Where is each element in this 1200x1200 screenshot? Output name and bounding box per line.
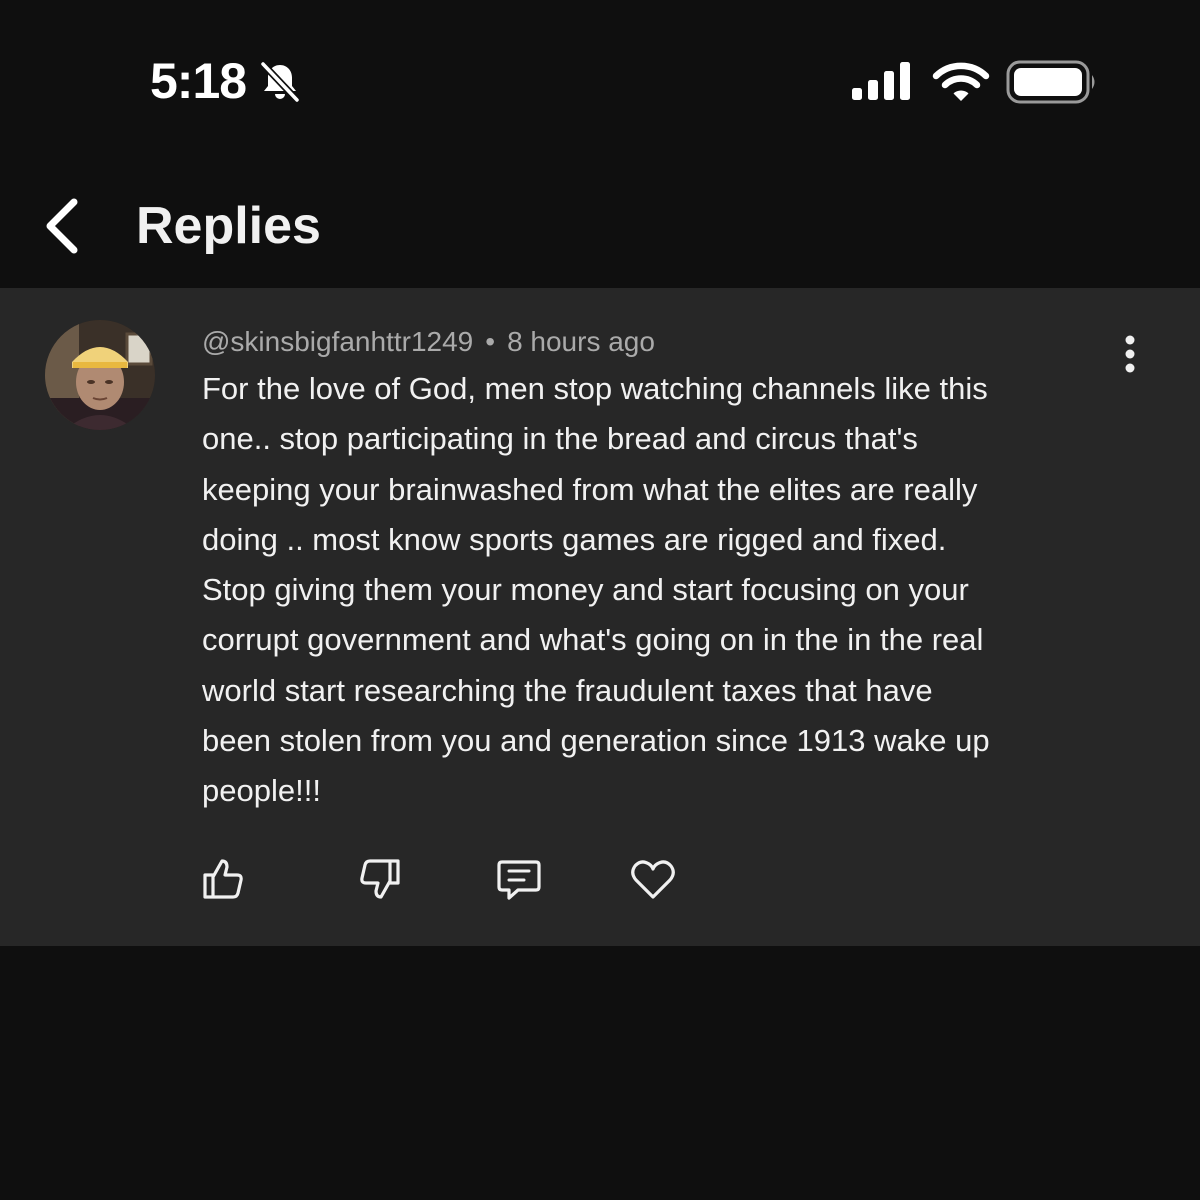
- status-bar: 5:18: [0, 0, 1200, 160]
- comment-line: one.. stop participating in the bread an…: [202, 421, 918, 457]
- comment-line: corrupt government and what's going on i…: [202, 622, 984, 658]
- wifi-icon: [932, 62, 990, 101]
- battery-icon: [1006, 60, 1095, 104]
- page-title: Replies: [136, 197, 321, 255]
- comment-author[interactable]: @skinsbigfanhttr1249: [202, 326, 473, 357]
- heart-icon[interactable]: [628, 854, 678, 904]
- comment-line: For the love of God, men stop watching c…: [202, 371, 988, 406]
- comment-line: Stop giving them your money and start fo…: [202, 572, 969, 608]
- comment-text: For the love of God, men stop watching c…: [202, 364, 1142, 817]
- thumbs-down-icon[interactable]: [355, 854, 405, 904]
- meta-separator: •: [485, 326, 496, 357]
- header: Replies: [0, 160, 1200, 288]
- cellular-signal-icon: [852, 62, 910, 100]
- comment-line: keeping your brainwashed from what the e…: [202, 471, 978, 507]
- avatar[interactable]: [45, 320, 155, 430]
- comment-timestamp: 8 hours ago: [507, 326, 655, 357]
- bell-slash-icon: [260, 61, 300, 103]
- comment-card: @skinsbigfanhttr1249 • 8 hours ago For the…: [0, 288, 1200, 946]
- avatar-image: [45, 320, 155, 430]
- comment-line: world start researching the fraudulent t…: [202, 672, 933, 708]
- back-button[interactable]: [30, 194, 94, 258]
- empty-area: [0, 946, 1200, 1200]
- comment-line: doing .. most know sports games are rigg…: [202, 521, 947, 557]
- status-time: 5:18: [150, 53, 247, 109]
- reply-icon[interactable]: [494, 854, 544, 904]
- thumbs-up-icon[interactable]: [198, 854, 248, 904]
- comment-meta: @skinsbigfanhttr1249 • 8 hours ago: [202, 326, 655, 358]
- comment-line: been stolen from you and generation sinc…: [202, 723, 990, 759]
- comment-line: people!!!: [202, 773, 321, 809]
